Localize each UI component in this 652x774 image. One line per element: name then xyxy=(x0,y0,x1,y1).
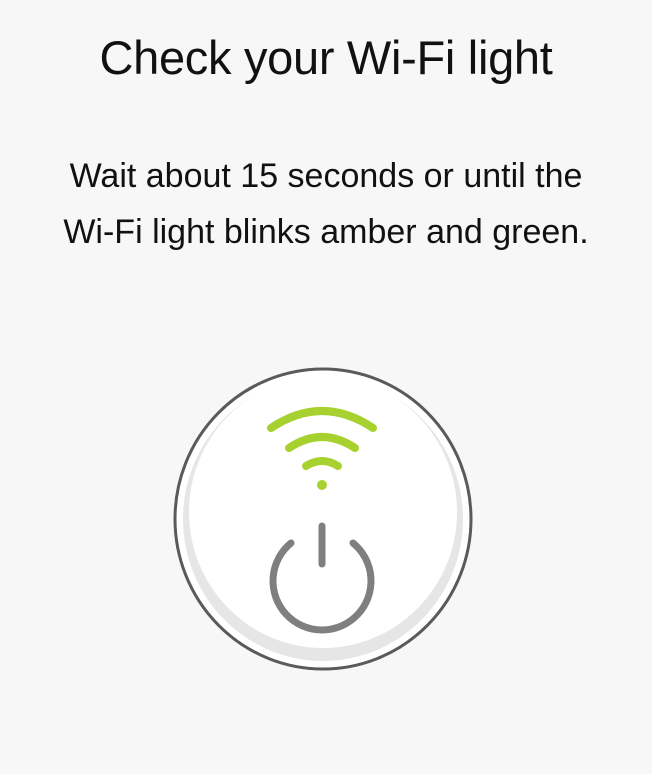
instruction-text: Wait about 15 seconds or until the Wi-Fi… xyxy=(0,148,652,260)
page-title: Check your Wi-Fi light xyxy=(99,31,553,84)
device-face xyxy=(189,376,457,648)
smart-plug-illustration xyxy=(172,366,474,672)
instruction-line-2: Wi-Fi light blinks amber and green. xyxy=(63,213,589,251)
smart-plug-graphic xyxy=(173,367,473,671)
instruction-line-1: Wait about 15 seconds or until the xyxy=(69,157,583,195)
